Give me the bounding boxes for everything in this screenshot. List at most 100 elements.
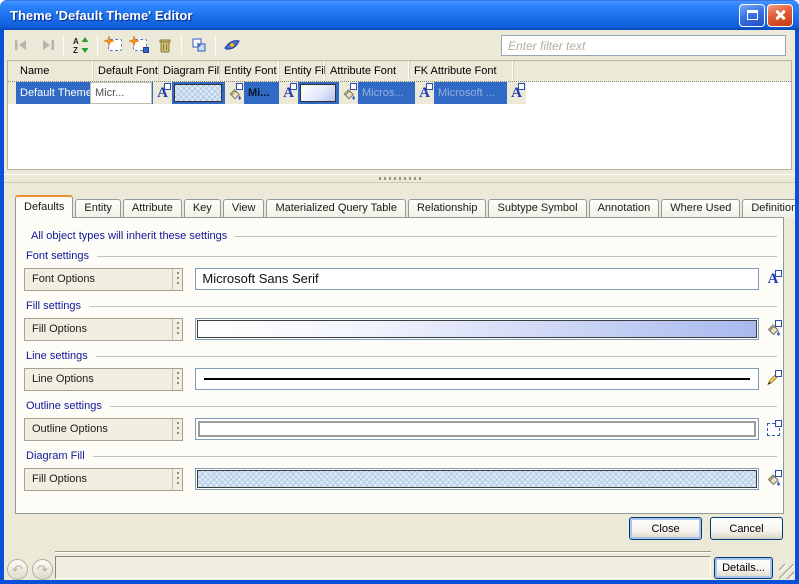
- property-box-icon: [518, 83, 525, 90]
- close-button[interactable]: [767, 4, 793, 27]
- row-name-cell[interactable]: Default Theme: [16, 82, 90, 104]
- svg-text:Z: Z: [73, 46, 78, 54]
- line-style-preview: [204, 378, 750, 380]
- undo-icon: ↶: [12, 562, 23, 578]
- column-header-entity-fill[interactable]: Entity Fill: [280, 61, 326, 81]
- title-bar[interactable]: Theme 'Default Theme' Editor: [0, 0, 799, 30]
- default-font-value[interactable]: Micr...: [90, 82, 152, 104]
- fk-attribute-font-picker-button[interactable]: A: [506, 82, 526, 104]
- tab-view[interactable]: View: [223, 199, 265, 218]
- new-theme-button[interactable]: [102, 33, 127, 57]
- tab-subtype-symbol[interactable]: Subtype Symbol: [488, 199, 586, 218]
- line-options-label: Line Options: [25, 373, 172, 385]
- line-options-label-box: Line Options: [24, 368, 183, 391]
- toolbar-separator: [215, 35, 216, 55]
- column-header-diagram-fill[interactable]: Diagram Fill: [159, 61, 220, 81]
- attribute-font-value[interactable]: Micros...: [358, 82, 414, 104]
- column-header-entity-font[interactable]: Entity Font: [220, 61, 280, 81]
- diagram-fill-picker-button[interactable]: [763, 469, 783, 489]
- maximize-button[interactable]: [739, 4, 765, 27]
- entity-font-value[interactable]: Mi...: [244, 82, 278, 104]
- tab-defaults[interactable]: Defaults: [15, 195, 73, 218]
- row-grip-handle[interactable]: [172, 269, 182, 290]
- theme-glossary-button[interactable]: [220, 33, 245, 57]
- entity-fill-swatch[interactable]: [298, 82, 338, 104]
- row-grip-handle[interactable]: [172, 319, 182, 340]
- property-box-icon: [350, 83, 357, 90]
- property-box-icon: [775, 420, 782, 427]
- diagram-fill-picker-button[interactable]: [224, 82, 244, 104]
- line-settings-heading: Line settings: [26, 350, 88, 362]
- column-header-default-font[interactable]: Default Font: [94, 61, 159, 81]
- font-picker-button[interactable]: A: [763, 269, 783, 289]
- line-preview-field[interactable]: [195, 368, 759, 390]
- theme-editor-window: Theme 'Default Theme' Editor: [0, 0, 799, 584]
- column-header-attribute-font[interactable]: Attribute Font: [326, 61, 410, 81]
- column-header-fk-attribute-font[interactable]: FK Attribute Font: [410, 61, 514, 81]
- inherit-note: All object types will inherit these sett…: [31, 230, 227, 242]
- splitter-handle[interactable]: [4, 174, 795, 183]
- delete-theme-button[interactable]: [152, 33, 177, 57]
- outline-options-label: Outline Options: [25, 423, 172, 435]
- font-options-value-field[interactable]: Microsoft Sans Serif: [195, 268, 759, 290]
- duplicate-icon: [190, 36, 208, 54]
- fill-preview-field[interactable]: [195, 318, 759, 340]
- property-box-icon: [775, 470, 782, 477]
- column-header-filler: [514, 61, 791, 81]
- fill-options-label: Fill Options: [25, 323, 172, 335]
- outline-preview-field[interactable]: [195, 418, 759, 440]
- toolbar-separator: [63, 35, 64, 55]
- tab-key[interactable]: Key: [184, 199, 221, 218]
- book-icon: [223, 37, 242, 53]
- tab-annotation[interactable]: Annotation: [589, 199, 660, 218]
- row-grip-handle[interactable]: [172, 469, 182, 490]
- font-settings-heading: Font settings: [26, 250, 89, 262]
- forward-icon: [38, 38, 56, 52]
- attribute-font-picker-button[interactable]: A: [414, 82, 434, 104]
- property-box-icon: [775, 320, 782, 327]
- line-picker-button[interactable]: [763, 369, 783, 389]
- redo-button[interactable]: ↷: [32, 559, 53, 580]
- tab-entity[interactable]: Entity: [75, 199, 121, 218]
- row-grip-handle[interactable]: [172, 419, 182, 440]
- row-grip-handle[interactable]: [172, 369, 182, 390]
- back-button[interactable]: [9, 33, 34, 57]
- close-dialog-button[interactable]: Close: [629, 517, 702, 540]
- fk-attribute-font-value[interactable]: Microsoft ...: [434, 82, 506, 104]
- status-message-area: [55, 556, 711, 579]
- default-font-picker-button[interactable]: A: [152, 82, 172, 104]
- diagram-fill-preview-field[interactable]: [195, 468, 759, 490]
- column-header-name[interactable]: Name: [16, 61, 94, 81]
- filter-input[interactable]: [501, 35, 786, 56]
- tab-materialized-query-table[interactable]: Materialized Query Table: [266, 199, 405, 218]
- diagram-fill-swatch[interactable]: [172, 82, 224, 104]
- entity-fill-picker-button[interactable]: [338, 82, 358, 104]
- outline-picker-button[interactable]: [763, 419, 783, 439]
- sort-button[interactable]: A Z: [68, 33, 93, 57]
- cancel-button[interactable]: Cancel: [710, 517, 783, 540]
- details-button[interactable]: Details...: [714, 557, 773, 579]
- property-box-icon: [290, 83, 297, 90]
- fill-picker-button[interactable]: [763, 319, 783, 339]
- tab-definition[interactable]: Definition: [742, 199, 795, 218]
- diagram-fill-options-label: Fill Options: [25, 473, 172, 485]
- table-row[interactable]: Default Theme Micr... A Mi...: [8, 82, 791, 104]
- font-options-label-box: Font Options: [24, 268, 183, 291]
- status-divider: [55, 551, 711, 553]
- diagram-fill-options-row: Fill Options: [24, 467, 783, 491]
- undo-button[interactable]: ↶: [7, 559, 28, 580]
- resize-grip[interactable]: [779, 564, 794, 579]
- tab-relationship[interactable]: Relationship: [408, 199, 487, 218]
- entity-font-picker-button[interactable]: A: [278, 82, 298, 104]
- fill-settings-heading: Fill settings: [26, 300, 81, 312]
- tab-attribute[interactable]: Attribute: [123, 199, 182, 218]
- divider-line: [89, 306, 777, 307]
- new-child-theme-button[interactable]: [127, 33, 152, 57]
- fill-options-row: Fill Options: [24, 317, 783, 341]
- window-title: Theme 'Default Theme' Editor: [0, 8, 739, 23]
- forward-button[interactable]: [34, 33, 59, 57]
- client-area: A Z: [4, 30, 795, 580]
- trash-icon: [157, 37, 173, 54]
- duplicate-theme-button[interactable]: [186, 33, 211, 57]
- tab-where-used[interactable]: Where Used: [661, 199, 740, 218]
